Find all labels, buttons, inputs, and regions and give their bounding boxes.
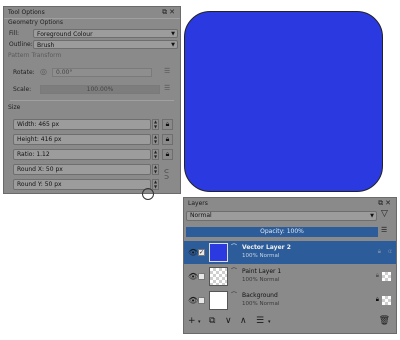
- height-spinner[interactable]: ▲ ▼: [152, 134, 159, 145]
- chevron-down-icon: ▼: [370, 213, 374, 219]
- lock-icon[interactable]: 🔒︎: [376, 296, 379, 304]
- layer-checkbox[interactable]: [198, 273, 205, 280]
- outline-value: Brush: [37, 42, 55, 49]
- round-y-value: Round Y: 50 px: [17, 181, 62, 188]
- layer-blend-info: 100% Normal: [242, 277, 280, 283]
- chevron-down-icon[interactable]: ▾: [198, 319, 201, 325]
- menu-icon[interactable]: ☰: [164, 67, 170, 75]
- eye-icon[interactable]: 👁︎: [188, 248, 198, 257]
- fill-label: Fill:: [9, 30, 20, 37]
- vector-icon: ⌒: [231, 244, 238, 251]
- move-up-icon[interactable]: ∧: [240, 316, 247, 326]
- lock-icon[interactable]: 🔒︎: [376, 272, 379, 280]
- alpha-lock-icon[interactable]: α: [388, 248, 392, 255]
- filter-icon[interactable]: ▽: [381, 209, 388, 219]
- round-y-field[interactable]: Round Y: 50 px: [13, 179, 151, 190]
- width-spinner[interactable]: ▲ ▼: [152, 119, 159, 130]
- layer-row-background[interactable]: 👁︎ ⌒ Background 100% Normal 🔒︎: [184, 289, 396, 312]
- paint-icon: ⌒: [231, 268, 238, 275]
- ratio-field[interactable]: Ratio: 1.12: [13, 149, 151, 160]
- layer-row-vector-layer-2[interactable]: 👁︎ ✓ ⌒ Vector Layer 2 100% Normal 🔒︎ α: [184, 241, 396, 264]
- layer-checkbox[interactable]: [198, 297, 205, 304]
- paint-icon: ⌒: [231, 292, 238, 299]
- brush-cursor: [142, 188, 154, 200]
- add-layer-icon[interactable]: +: [188, 316, 196, 326]
- layer-thumbnail: [209, 291, 228, 310]
- layer-checkbox[interactable]: ✓: [198, 249, 205, 256]
- rotate-dial-icon[interactable]: ◎: [40, 67, 47, 76]
- ratio-spinner[interactable]: ▲ ▼: [152, 149, 159, 160]
- trash-icon[interactable]: 🗑︎: [379, 316, 390, 326]
- height-field[interactable]: Height: 416 px: [13, 134, 151, 145]
- divider: [10, 100, 174, 101]
- menu-icon[interactable]: ☰: [381, 226, 387, 234]
- rotate-label: Rotate:: [13, 69, 35, 76]
- menu-icon[interactable]: ☰: [164, 84, 170, 92]
- chevron-down-icon: ▼: [171, 31, 175, 37]
- round-x-spinner[interactable]: ▲ ▼: [152, 164, 159, 175]
- close-icon[interactable]: ✕: [385, 199, 393, 207]
- outline-select[interactable]: Brush ▼: [33, 40, 178, 49]
- layer-thumbnail: [209, 267, 228, 286]
- fill-value: Foreground Colour: [37, 31, 93, 38]
- lock-icon[interactable]: 🔒︎: [162, 134, 173, 145]
- layer-row-paint-layer-1[interactable]: 👁︎ ⌒ Paint Layer 1 100% Normal 🔒︎: [184, 265, 396, 288]
- close-icon[interactable]: ✕: [169, 8, 177, 16]
- lock-icon[interactable]: 🔒︎: [162, 119, 173, 130]
- fill-select[interactable]: Foreground Colour ▼: [33, 29, 178, 38]
- rounded-rectangle-shape[interactable]: [184, 11, 383, 192]
- round-x-field[interactable]: Round X: 50 px: [13, 164, 151, 175]
- scale-value: 100.00%: [86, 86, 114, 93]
- layer-thumbnail: [209, 243, 228, 262]
- scale-label: Scale:: [13, 86, 32, 93]
- lock-icon[interactable]: 🔒︎: [162, 149, 173, 160]
- blend-mode-select[interactable]: Normal ▼: [186, 211, 377, 221]
- alpha-checker-icon[interactable]: [382, 296, 391, 305]
- layers-panel: Layers ⧉✕ Normal ▼ ▽ Opacity: 100% ☰ 👁︎ …: [183, 197, 397, 334]
- alpha-checker-icon[interactable]: [382, 272, 391, 281]
- tool-options-panel: Tool Options ⧉✕ Geometry Options Fill: F…: [3, 6, 181, 194]
- layer-name[interactable]: Vector Layer 2: [242, 244, 291, 251]
- width-field[interactable]: Width: 465 px: [13, 119, 151, 130]
- section-geometry: Geometry Options: [8, 19, 63, 26]
- menu-icon[interactable]: ☰: [256, 316, 264, 326]
- chevron-down-icon[interactable]: ▾: [268, 319, 271, 325]
- opacity-slider[interactable]: Opacity: 100%: [186, 227, 378, 237]
- ratio-value: Ratio: 1.12: [17, 151, 50, 158]
- chevron-down-icon: ▼: [171, 42, 175, 48]
- panel-title: Tool Options: [8, 9, 45, 16]
- layer-name[interactable]: Paint Layer 1: [242, 268, 281, 275]
- layer-name[interactable]: Background: [242, 292, 278, 299]
- section-size: Size: [8, 104, 21, 111]
- lock-icon[interactable]: 🔒︎: [378, 248, 381, 256]
- panel-window-buttons: ⧉✕: [378, 199, 393, 208]
- rotate-value: 0.00°: [56, 69, 73, 76]
- rotate-field[interactable]: 0.00°: [52, 68, 152, 77]
- panel-window-buttons: ⧉✕: [162, 8, 177, 17]
- eye-icon[interactable]: 👁︎: [188, 272, 198, 281]
- move-down-icon[interactable]: ∨: [225, 316, 232, 326]
- layers-toolbar: + ▾ ⧉ ∨ ∧ ☰ ▾ 🗑︎: [184, 314, 396, 333]
- round-x-value: Round X: 50 px: [17, 166, 63, 173]
- blend-mode-value: Normal: [190, 212, 212, 219]
- duplicate-layer-icon[interactable]: ⧉: [209, 316, 215, 326]
- layer-blend-info: 100% Normal: [242, 253, 280, 259]
- section-pattern-transform: Pattern Transform: [8, 52, 62, 59]
- eye-icon[interactable]: 👁︎: [188, 296, 198, 305]
- scale-slider[interactable]: 100.00%: [40, 85, 160, 94]
- outline-label: Outline:: [9, 41, 33, 48]
- width-value: Width: 465 px: [17, 121, 60, 128]
- panel-title: Layers: [188, 200, 208, 207]
- round-y-spinner[interactable]: ▲ ▼: [152, 179, 159, 190]
- chain-link-icon[interactable]: ⊂ ⊃: [164, 169, 169, 181]
- layer-blend-info: 100% Normal: [242, 301, 280, 307]
- opacity-value: Opacity: 100%: [260, 228, 304, 235]
- height-value: Height: 416 px: [17, 136, 62, 143]
